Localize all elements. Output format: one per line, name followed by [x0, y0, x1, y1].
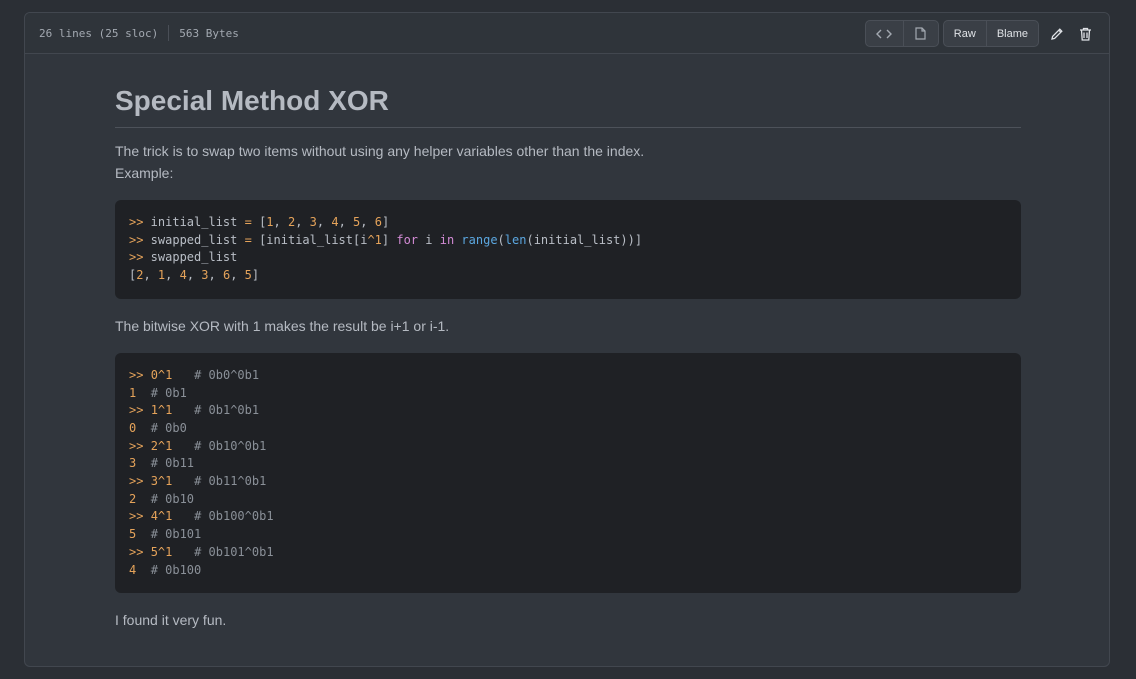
code-line: >> 0^1 # 0b0^0b1	[129, 367, 260, 382]
code-line: 4 # 0b100	[129, 562, 202, 577]
code-line: 2 # 0b10	[129, 491, 195, 506]
code-line: 0 # 0b0	[129, 420, 187, 435]
file-actions: Raw Blame	[864, 20, 1099, 47]
middle-text: The bitwise XOR with 1 makes the result …	[115, 317, 450, 334]
file-view-button[interactable]	[904, 21, 938, 46]
file-size: 563 Bytes	[179, 26, 239, 40]
readme-content: Special Method XOR The trick is to swap …	[115, 85, 1021, 631]
trash-icon	[1079, 27, 1091, 41]
code-line: >> 2^1 # 0b10^0b1	[129, 438, 267, 453]
code-line: 1 # 0b1	[129, 385, 187, 400]
file-icon	[915, 27, 926, 40]
code-line: >> 1^1 # 0b1^0b1	[129, 403, 260, 418]
code-block-xor: >> 0^1 # 0b0^0b1 1 # 0b1 >> 1^1 # 0b1^0b…	[115, 352, 1021, 594]
code-line: >> swapped_list = [initial_list[i^1] for…	[129, 232, 643, 247]
code-line: 5 # 0b101	[129, 527, 202, 542]
code-line: [2, 1, 4, 3, 6, 5]	[129, 268, 260, 283]
intro-line-1: The trick is to swap two items without u…	[115, 143, 645, 159]
code-line: 3 # 0b11	[129, 456, 195, 471]
file-header: 26 lines (25 sloc) 563 Bytes Raw Blame	[25, 13, 1109, 54]
raw-blame-group: Raw Blame	[942, 20, 1039, 47]
edit-button[interactable]	[1043, 21, 1071, 46]
code-icon	[876, 29, 893, 38]
view-toggle	[864, 20, 939, 47]
code-line: >> 4^1 # 0b100^0b1	[129, 509, 274, 524]
code-line: >> swapped_list	[129, 250, 238, 265]
raw-button[interactable]: Raw	[944, 21, 987, 46]
line-count: 26 lines (25 sloc)	[39, 26, 159, 40]
intro-line-2: Example:	[115, 165, 174, 181]
delete-button[interactable]	[1071, 21, 1099, 46]
outro-text: I found it very fun.	[115, 612, 227, 629]
page-title: Special Method XOR	[115, 85, 1021, 128]
file-viewer: 26 lines (25 sloc) 563 Bytes Raw Blame S…	[24, 12, 1110, 667]
code-line: >> 3^1 # 0b11^0b1	[129, 474, 267, 489]
intro-text: The trick is to swap two items without u…	[115, 140, 1021, 184]
divider	[168, 25, 170, 41]
file-info: 26 lines (25 sloc) 563 Bytes	[39, 25, 239, 41]
code-line: >> 5^1 # 0b101^0b1	[129, 544, 274, 559]
code-line: >> initial_list = [1, 2, 3, 4, 5, 6]	[129, 215, 390, 229]
blame-button[interactable]: Blame	[987, 21, 1038, 46]
code-block-swap: >> initial_list = [1, 2, 3, 4, 5, 6] >> …	[115, 200, 1021, 299]
pencil-icon	[1051, 27, 1063, 40]
code-view-button[interactable]	[866, 21, 904, 46]
